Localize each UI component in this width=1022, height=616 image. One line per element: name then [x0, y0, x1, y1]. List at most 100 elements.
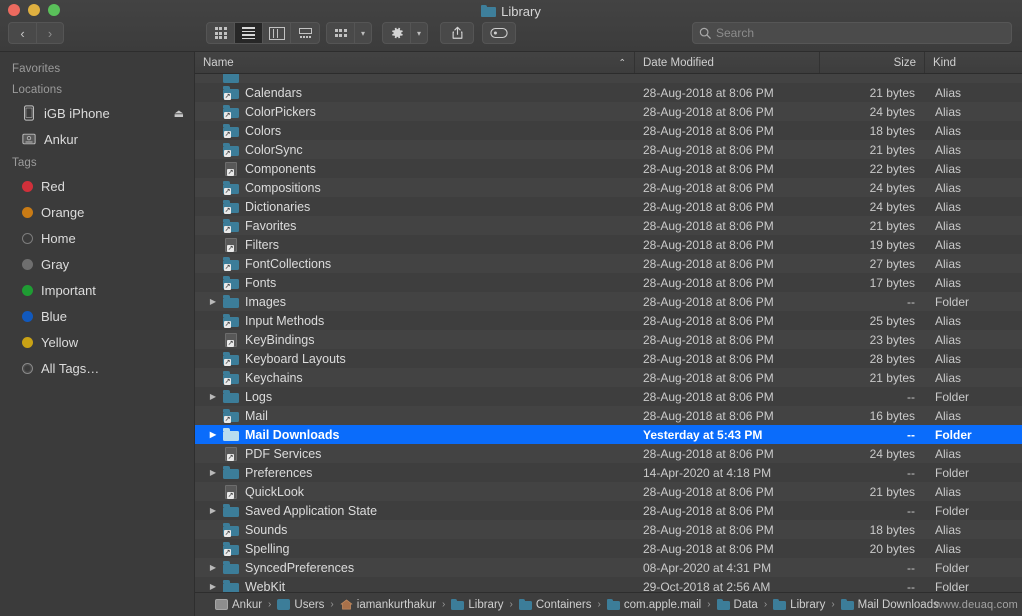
- cell-kind: Folder: [935, 294, 970, 309]
- cell-name: ↗ ColorPickers: [195, 105, 635, 119]
- group-by-button[interactable]: [327, 23, 355, 43]
- forward-button[interactable]: ›: [36, 22, 64, 44]
- chevron-down-icon[interactable]: ▾: [355, 23, 371, 43]
- table-row-partial[interactable]: [195, 74, 1022, 83]
- back-button[interactable]: ‹: [8, 22, 36, 44]
- zoom-button[interactable]: [48, 4, 60, 16]
- alias-doc-icon: ↗: [225, 237, 237, 252]
- sidebar-item-tag-orange[interactable]: Orange: [0, 199, 194, 225]
- action-gear-button[interactable]: [383, 23, 411, 43]
- share-button[interactable]: [441, 23, 473, 43]
- close-button[interactable]: [8, 4, 20, 16]
- file-name-label: ColorPickers: [245, 104, 316, 119]
- table-row[interactable]: ↗ Components 28-Aug-2018 at 8:06 PM 22 byte…: [195, 159, 1022, 178]
- table-row[interactable]: ↗ Mail 28-Aug-2018 at 8:06 PM 16 bytes Alias: [195, 406, 1022, 425]
- chevron-down-icon[interactable]: ▾: [411, 23, 427, 43]
- breadcrumb-item[interactable]: Ankur: [215, 599, 262, 611]
- table-row[interactable]: ↗ Favorites 28-Aug-2018 at 8:06 PM 21 bytes…: [195, 216, 1022, 235]
- search-input[interactable]: [716, 26, 1005, 40]
- sidebar-item-tag-red[interactable]: Red: [0, 173, 194, 199]
- cell-name: ▶ WebKit: [195, 580, 635, 592]
- sidebar-item-tag-home[interactable]: Home: [0, 225, 194, 251]
- cell-date-modified: 28-Aug-2018 at 8:06 PM: [643, 389, 774, 404]
- cell-date-modified: 28-Aug-2018 at 8:06 PM: [643, 123, 774, 138]
- sidebar-item-tag-gray[interactable]: Gray: [0, 251, 194, 277]
- column-header-size-label: Size: [893, 56, 916, 69]
- table-row[interactable]: ↗ Keyboard Layouts 28-Aug-2018 at 8:06 PM 2…: [195, 349, 1022, 368]
- column-header-name[interactable]: Name ⌃: [195, 52, 635, 73]
- disclosure-triangle-icon[interactable]: ▶: [205, 297, 221, 306]
- breadcrumb-item[interactable]: Mail Downloads: [840, 599, 939, 611]
- cell-size: 24 bytes: [869, 104, 915, 119]
- file-name-label: PDF Services: [245, 446, 322, 461]
- alias-badge-icon: ↗: [224, 93, 231, 100]
- breadcrumb-item[interactable]: Library: [451, 599, 504, 611]
- table-row[interactable]: ↗ ColorSync 28-Aug-2018 at 8:06 PM 21 bytes…: [195, 140, 1022, 159]
- table-row[interactable]: ↗ Dictionaries 28-Aug-2018 at 8:06 PM 24 by…: [195, 197, 1022, 216]
- table-row[interactable]: ↗ Calendars 28-Aug-2018 at 8:06 PM 21 bytes…: [195, 83, 1022, 102]
- column-header-date-modified[interactable]: Date Modified: [635, 52, 820, 73]
- search-field[interactable]: [692, 22, 1012, 44]
- breadcrumb-item[interactable]: Containers: [518, 599, 592, 611]
- table-row[interactable]: ↗ Filters 28-Aug-2018 at 8:06 PM 19 bytes Al…: [195, 235, 1022, 254]
- breadcrumb-item[interactable]: Data: [716, 599, 758, 611]
- table-row[interactable]: ↗ Keychains 28-Aug-2018 at 8:06 PM 21 bytes…: [195, 368, 1022, 387]
- sidebar-item-tag-important[interactable]: Important: [0, 277, 194, 303]
- disclosure-triangle-icon[interactable]: ▶: [205, 563, 221, 572]
- cell-size: 22 bytes: [869, 161, 915, 176]
- table-row[interactable]: ↗ FontCollections 28-Aug-2018 at 8:06 PM 27…: [195, 254, 1022, 273]
- table-row[interactable]: ▶ WebKit 29-Oct-2018 at 2:56 AM -- Folder: [195, 577, 1022, 592]
- table-row[interactable]: ▶ Images 28-Aug-2018 at 8:06 PM -- Folder: [195, 292, 1022, 311]
- file-name-label: SyncedPreferences: [245, 560, 355, 575]
- cell-name: ▶ Logs: [195, 390, 635, 404]
- table-row[interactable]: ↗ Colors 28-Aug-2018 at 8:06 PM 18 bytes Ali…: [195, 121, 1022, 140]
- table-row[interactable]: ▶ Saved Application State 28-Aug-2018 at 8…: [195, 501, 1022, 520]
- disclosure-triangle-icon[interactable]: ▶: [205, 582, 221, 591]
- disclosure-triangle-icon[interactable]: ▶: [205, 506, 221, 515]
- sidebar-item-tag-blue[interactable]: Blue: [0, 303, 194, 329]
- table-row[interactable]: ↗ PDF Services 28-Aug-2018 at 8:06 PM 24 by…: [195, 444, 1022, 463]
- table-row[interactable]: ▶ Logs 28-Aug-2018 at 8:06 PM -- Folder: [195, 387, 1022, 406]
- table-row[interactable]: ↗ ColorPickers 28-Aug-2018 at 8:06 PM 24 by…: [195, 102, 1022, 121]
- table-row[interactable]: ↗ QuickLook 28-Aug-2018 at 8:06 PM 21 bytes…: [195, 482, 1022, 501]
- gallery-view-button[interactable]: [291, 23, 319, 43]
- sidebar-item-tag-yellow[interactable]: Yellow: [0, 329, 194, 355]
- disclosure-triangle-icon[interactable]: ▶: [205, 468, 221, 477]
- file-rows-container[interactable]: ↗ Calendars 28-Aug-2018 at 8:06 PM 21 bytes…: [195, 74, 1022, 592]
- breadcrumb-item[interactable]: com.apple.mail: [606, 599, 701, 611]
- cell-kind: Folder: [935, 579, 970, 593]
- sidebar-item-igb-iphone[interactable]: iGB iPhone ⏏: [0, 100, 194, 126]
- file-name-label: Favorites: [245, 218, 297, 233]
- eject-icon[interactable]: ⏏: [174, 107, 184, 120]
- cell-size: 21 bytes: [869, 85, 915, 100]
- cell-name: ↗ Compositions: [195, 181, 635, 195]
- alias-folder-icon: ↗: [223, 371, 239, 385]
- table-row[interactable]: ↗ KeyBindings 28-Aug-2018 at 8:06 PM 23 byt…: [195, 330, 1022, 349]
- column-view-button[interactable]: [263, 23, 291, 43]
- sidebar-item-label: Orange: [41, 204, 85, 220]
- disclosure-triangle-icon[interactable]: ▶: [205, 392, 221, 401]
- minimize-button[interactable]: [28, 4, 40, 16]
- icon-view-button[interactable]: [207, 23, 235, 43]
- column-header-kind[interactable]: Kind: [925, 52, 1022, 73]
- sidebar-item-all-tags[interactable]: All Tags…: [0, 355, 194, 381]
- breadcrumb-item[interactable]: iamankurthakur: [340, 599, 436, 611]
- table-row[interactable]: ▶ Preferences 14-Apr-2020 at 4:18 PM -- Fold…: [195, 463, 1022, 482]
- cell-size: 21 bytes: [869, 370, 915, 385]
- folder-icon: [223, 580, 239, 592]
- table-row[interactable]: ↗ Fonts 28-Aug-2018 at 8:06 PM 17 bytes Alia…: [195, 273, 1022, 292]
- table-row[interactable]: ↗ Compositions 28-Aug-2018 at 8:06 PM 24 by…: [195, 178, 1022, 197]
- column-header-size[interactable]: Size: [820, 52, 925, 73]
- tags-button[interactable]: [483, 23, 515, 43]
- list-view-button[interactable]: [235, 23, 263, 43]
- cell-date-modified: 28-Aug-2018 at 8:06 PM: [643, 370, 774, 385]
- table-row[interactable]: ▶ SyncedPreferences 08-Apr-2020 at 4:31 PM…: [195, 558, 1022, 577]
- table-row[interactable]: ↗ Sounds 28-Aug-2018 at 8:06 PM 18 bytes Ali…: [195, 520, 1022, 539]
- table-row[interactable]: ↗ Input Methods 28-Aug-2018 at 8:06 PM 25 b…: [195, 311, 1022, 330]
- breadcrumb-item[interactable]: Library: [773, 599, 825, 611]
- breadcrumb-item[interactable]: Users: [277, 599, 324, 611]
- sidebar-item-ankur[interactable]: Ankur: [0, 126, 194, 152]
- table-row[interactable]: ↗ Spelling 28-Aug-2018 at 8:06 PM 20 bytes A…: [195, 539, 1022, 558]
- table-row[interactable]: ▶ Mail Downloads Yesterday at 5:43 PM -- Fol…: [195, 425, 1022, 444]
- disclosure-triangle-icon[interactable]: ▶: [205, 430, 221, 439]
